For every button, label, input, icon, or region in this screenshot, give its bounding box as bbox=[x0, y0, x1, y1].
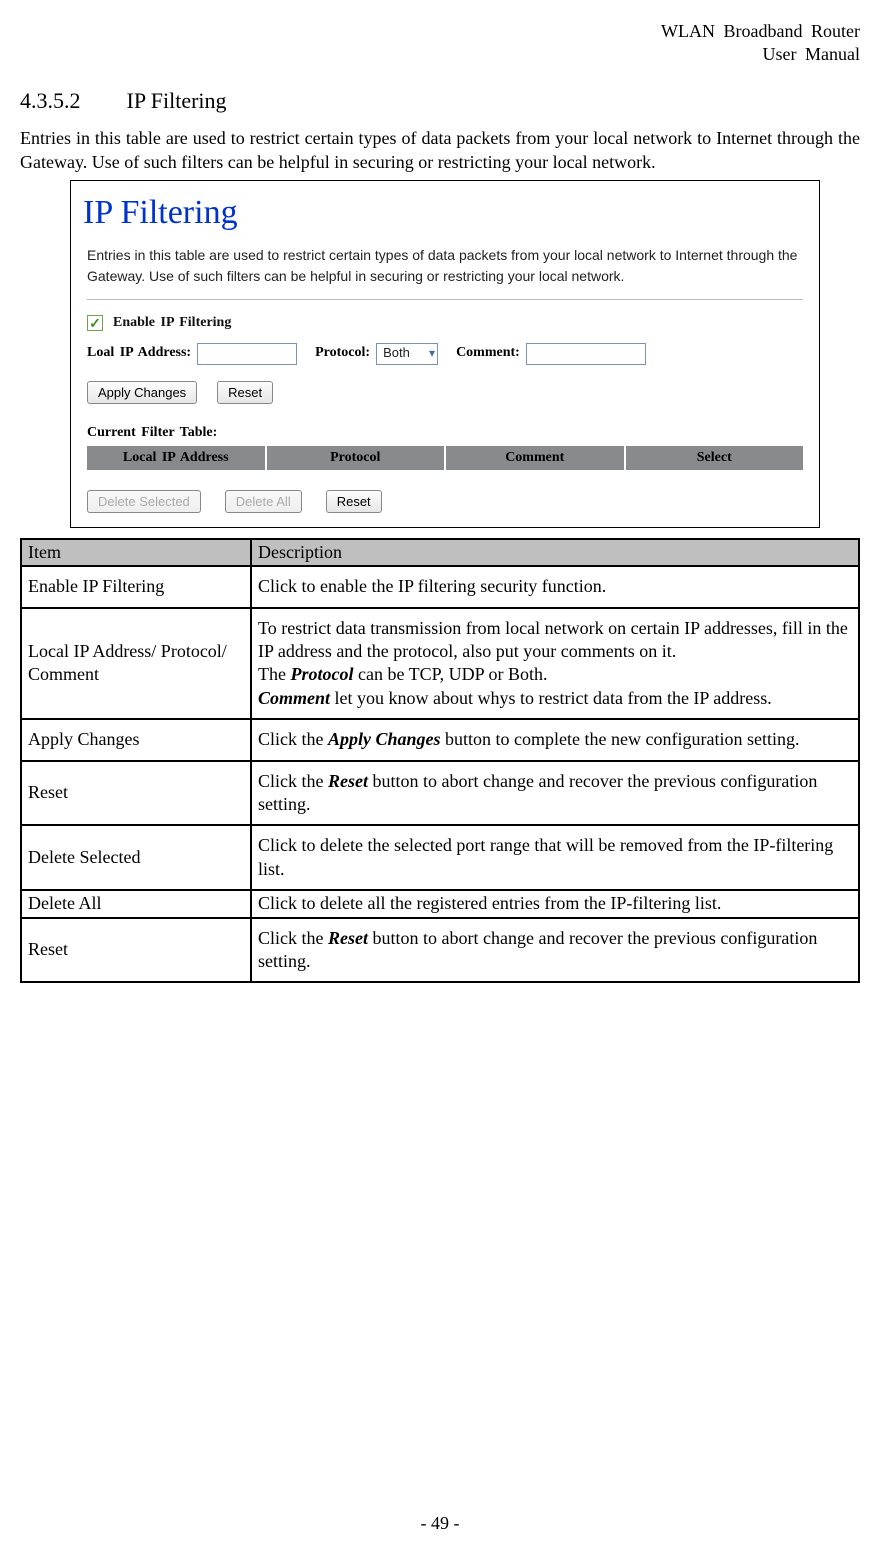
page-number: - 49 - bbox=[0, 1512, 880, 1535]
cell-item: Enable IP Filtering bbox=[21, 566, 251, 607]
comment-label: Comment: bbox=[456, 344, 520, 362]
description-table: Item Description Enable IP FilteringClic… bbox=[20, 538, 860, 983]
panel-desc: Entries in this table are used to restri… bbox=[87, 245, 803, 287]
doc-header-line2: User Manual bbox=[20, 43, 860, 66]
table-row: Delete AllClick to delete all the regist… bbox=[21, 890, 859, 917]
intro-paragraph: Entries in this table are used to restri… bbox=[20, 127, 860, 174]
cell-desc: Click to delete the selected port range … bbox=[251, 825, 859, 890]
cell-desc: To restrict data transmission from local… bbox=[251, 608, 859, 720]
table-row: Delete SelectedClick to delete the selec… bbox=[21, 825, 859, 890]
cell-item: Delete All bbox=[21, 890, 251, 917]
cell-item: Local IP Address/ Protocol/ Comment bbox=[21, 608, 251, 720]
protocol-value: Both bbox=[383, 345, 410, 362]
col-ip: Local IP Address bbox=[87, 446, 267, 470]
table-row: Apply ChangesClick the Apply Changes but… bbox=[21, 719, 859, 760]
delete-selected-button[interactable]: Delete Selected bbox=[87, 490, 201, 513]
ip-input[interactable] bbox=[197, 343, 297, 365]
panel-title: IP Filtering bbox=[83, 191, 819, 235]
table-row: ResetClick the Reset button to abort cha… bbox=[21, 761, 859, 826]
enable-checkbox[interactable]: ✓ bbox=[87, 315, 103, 331]
cell-desc: Click the Reset button to abort change a… bbox=[251, 918, 859, 983]
cell-desc: Click the Reset button to abort change a… bbox=[251, 761, 859, 826]
section-heading: 4.3.5.2 IP Filtering bbox=[20, 87, 860, 116]
protocol-label: Protocol: bbox=[315, 344, 370, 362]
doc-header: WLAN Broadband Router User Manual bbox=[20, 20, 860, 67]
reset-button[interactable]: Reset bbox=[217, 381, 273, 404]
button-row-2: Delete Selected Delete All Reset bbox=[87, 490, 803, 513]
protocol-select[interactable]: Both ▾ bbox=[376, 343, 438, 365]
enable-label: Enable IP Filtering bbox=[113, 314, 231, 332]
col-protocol: Protocol bbox=[267, 446, 447, 470]
cell-item: Apply Changes bbox=[21, 719, 251, 760]
table-row: Enable IP FilteringClick to enable the I… bbox=[21, 566, 859, 607]
ip-label: Loal IP Address: bbox=[87, 344, 191, 362]
table-row: ResetClick the Reset button to abort cha… bbox=[21, 918, 859, 983]
enable-row: ✓ Enable IP Filtering bbox=[87, 314, 803, 332]
col-comment: Comment bbox=[446, 446, 626, 470]
screenshot-panel: IP Filtering Entries in this table are u… bbox=[70, 180, 820, 528]
cell-item: Reset bbox=[21, 761, 251, 826]
section-number: 4.3.5.2 bbox=[20, 87, 81, 116]
divider bbox=[87, 299, 803, 300]
section-title: IP Filtering bbox=[127, 88, 227, 113]
reset-button-2[interactable]: Reset bbox=[326, 490, 382, 513]
chevron-down-icon: ▾ bbox=[429, 346, 435, 362]
cell-desc: Click the Apply Changes button to comple… bbox=[251, 719, 859, 760]
button-row-1: Apply Changes Reset bbox=[87, 381, 803, 404]
cell-desc: Click to delete all the registered entri… bbox=[251, 890, 859, 917]
cell-item: Delete Selected bbox=[21, 825, 251, 890]
col-select: Select bbox=[626, 446, 804, 470]
fields-row: Loal IP Address: Protocol: Both ▾ Commen… bbox=[87, 343, 803, 365]
table-row: Local IP Address/ Protocol/ CommentTo re… bbox=[21, 608, 859, 720]
doc-header-line1: WLAN Broadband Router bbox=[20, 20, 860, 43]
delete-all-button[interactable]: Delete All bbox=[225, 490, 302, 513]
th-item: Item bbox=[21, 539, 251, 566]
cell-item: Reset bbox=[21, 918, 251, 983]
filter-table-heading: Current Filter Table: bbox=[87, 424, 803, 442]
comment-input[interactable] bbox=[526, 343, 646, 365]
th-desc: Description bbox=[251, 539, 859, 566]
table-header-row: Item Description bbox=[21, 539, 859, 566]
cell-desc: Click to enable the IP filtering securit… bbox=[251, 566, 859, 607]
filter-table-header: Local IP Address Protocol Comment Select bbox=[87, 446, 803, 470]
apply-changes-button[interactable]: Apply Changes bbox=[87, 381, 197, 404]
